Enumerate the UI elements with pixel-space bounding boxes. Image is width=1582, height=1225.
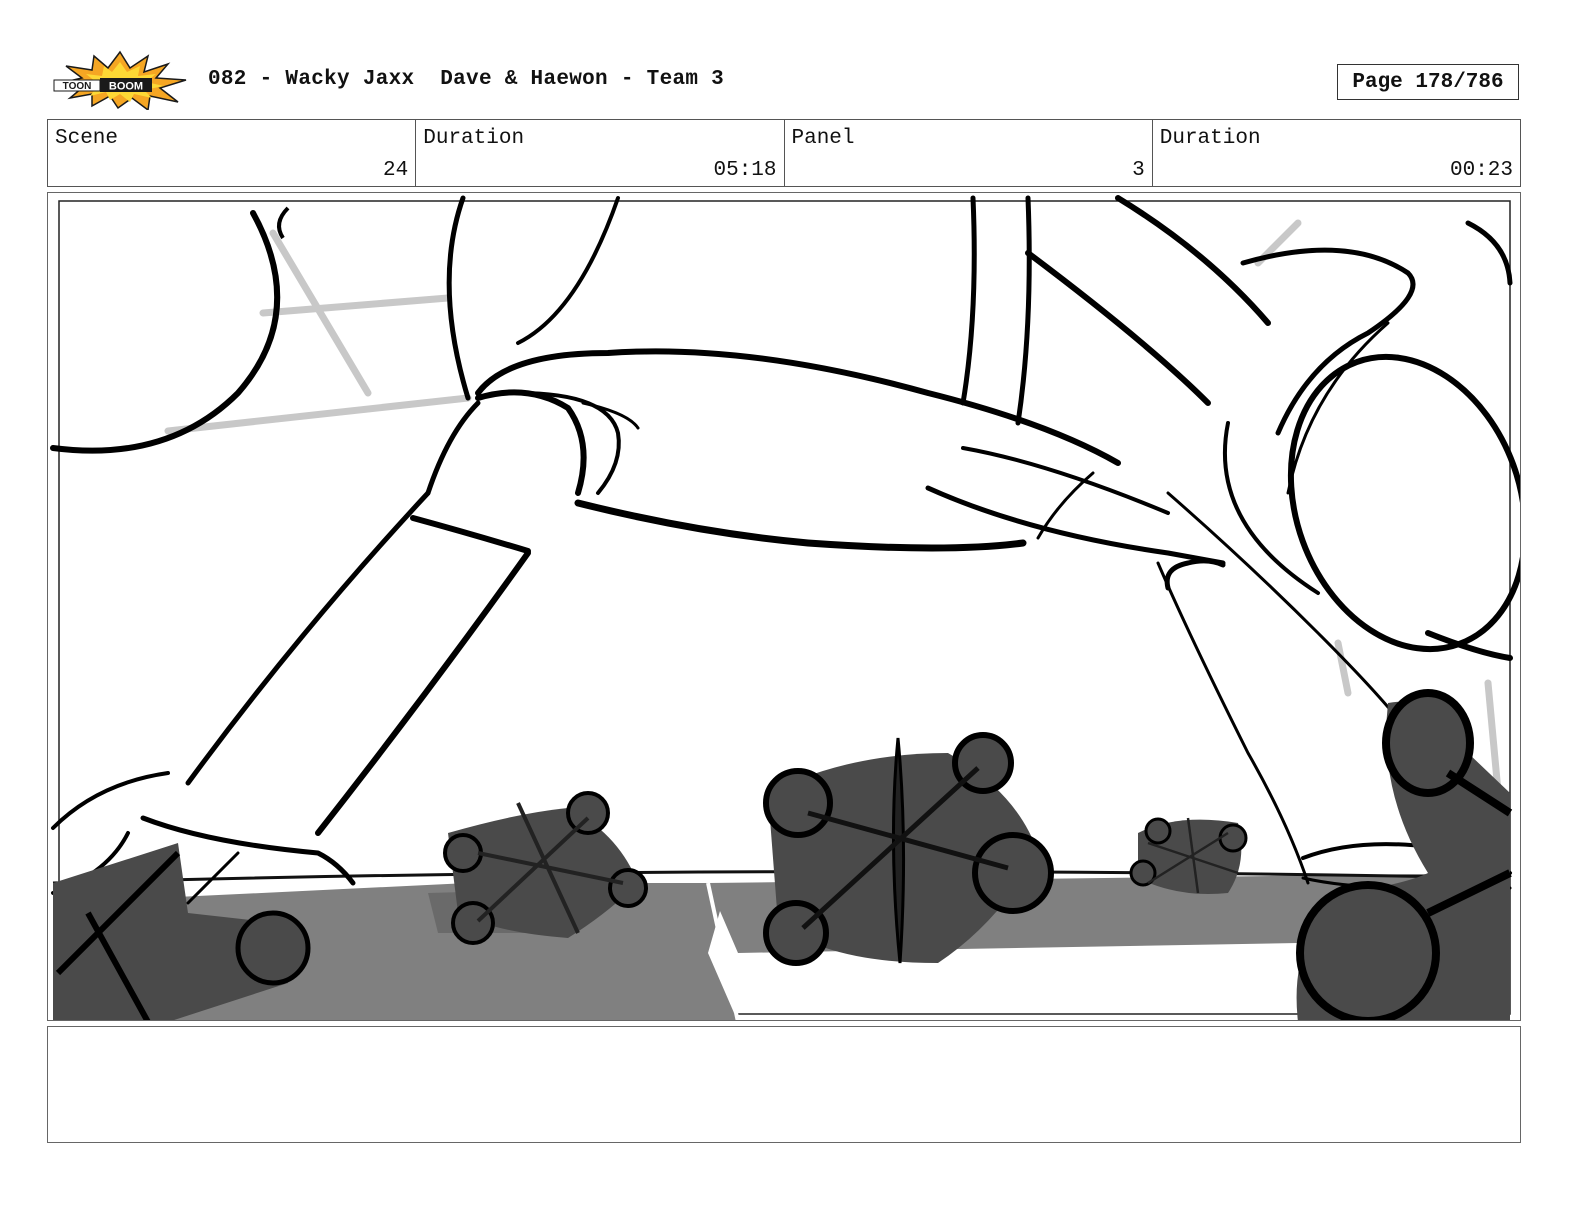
toon-boom-logo-icon: TOON BOOM — [53, 50, 187, 112]
scene-label: Scene — [55, 127, 119, 150]
panel-info-table: Scene 24 Duration 05:18 Panel 3 Duration… — [47, 119, 1521, 187]
storyboard-title: 082 - Wacky Jaxx Dave & Haewon - Team 3 — [208, 68, 725, 91]
toon-boom-logo: TOON BOOM — [52, 50, 188, 112]
panel-value: 3 — [1132, 159, 1145, 182]
jack-right-large — [1296, 689, 1513, 1020]
panel-duration-cell: Duration 00:23 — [1153, 120, 1520, 186]
right-ring — [1222, 220, 1520, 661]
panel-duration-value: 00:23 — [1449, 159, 1513, 182]
storyboard-sketch-icon — [50, 195, 1520, 1020]
panel-label: Panel — [791, 127, 855, 150]
scene-duration-cell: Duration 05:18 — [416, 120, 785, 186]
panel-cell: Panel 3 — [785, 120, 1153, 186]
scene-value: 24 — [383, 159, 409, 182]
panel-notes-box — [47, 1026, 1521, 1143]
scene-cell: Scene 24 — [48, 120, 417, 186]
logo-boom-text: BOOM — [109, 81, 143, 93]
panel-duration-label: Duration — [1159, 127, 1261, 150]
background-guides — [164, 219, 1504, 817]
jack-right-small — [1129, 817, 1248, 894]
page-indicator: Page 178/786 — [1337, 64, 1519, 100]
storyboard-panel — [47, 192, 1521, 1021]
scene-duration-value: 05:18 — [713, 159, 777, 182]
scene-duration-label: Duration — [423, 127, 525, 150]
character-body-lines — [446, 195, 1271, 566]
logo-toon-text: TOON — [63, 81, 92, 92]
